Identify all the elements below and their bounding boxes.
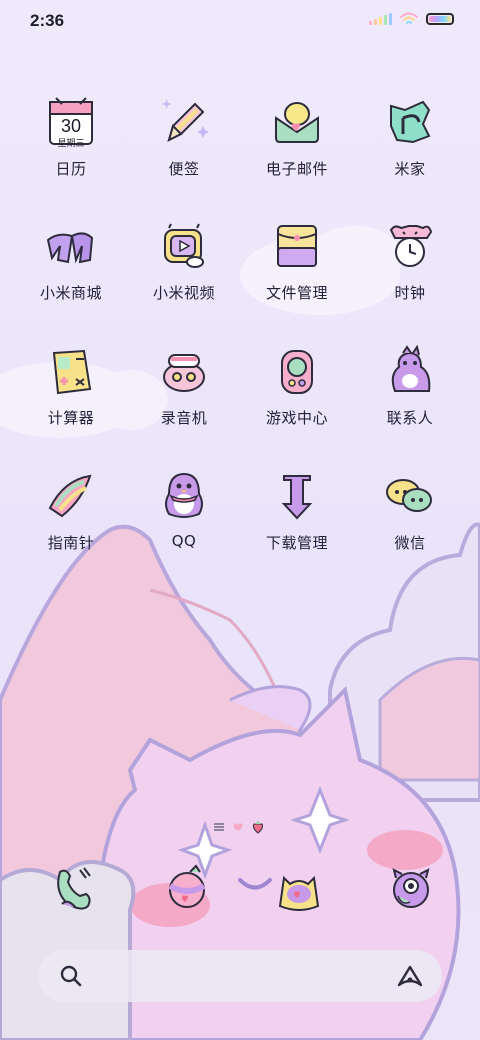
app-notes[interactable]: 便签 — [129, 96, 239, 206]
app-mi-store[interactable]: 小米商城 — [16, 220, 126, 330]
app-label: 游戏中心 — [265, 409, 328, 427]
penguin-icon — [165, 472, 203, 518]
app-download-manager[interactable]: 下载管理 — [242, 470, 352, 580]
app-label: QQ — [171, 532, 197, 550]
tv-icon — [164, 223, 204, 268]
app-label: 电子邮件 — [265, 160, 328, 178]
strawberry-icon — [253, 821, 263, 834]
app-clock[interactable]: 时钟 — [355, 220, 465, 330]
app-label: 下载管理 — [265, 534, 328, 552]
app-calculator[interactable]: 计算器 — [16, 345, 126, 455]
app-game-center[interactable]: 游戏中心 — [242, 345, 352, 455]
app-label: 小米商城 — [39, 284, 102, 302]
dinosaur-icon — [391, 345, 431, 392]
mijia-icon — [390, 100, 431, 144]
monster-camera-icon[interactable] — [384, 862, 438, 916]
app-label: 联系人 — [386, 409, 434, 427]
app-mijia[interactable]: 米家 — [355, 96, 465, 206]
dock — [0, 862, 480, 922]
mi-logo-icon — [46, 232, 94, 264]
recorder-icon — [163, 354, 205, 392]
app-email[interactable]: 电子邮件 — [242, 96, 352, 206]
signal-strength-icon — [369, 13, 392, 25]
cat-browser-icon[interactable] — [272, 862, 326, 916]
app-label: 微信 — [394, 534, 426, 552]
app-compass[interactable]: 指南针 — [16, 470, 126, 580]
app-mi-video[interactable]: 小米视频 — [129, 220, 239, 330]
pencil-icon — [161, 99, 209, 142]
wifi-icon — [400, 12, 418, 24]
compass-icon — [48, 474, 92, 518]
calculator-icon — [52, 349, 92, 395]
app-file-manager[interactable]: 文件管理 — [242, 220, 352, 330]
calendar-icon: 30 星期三 — [49, 97, 93, 149]
gamepad-icon — [281, 350, 313, 394]
app-recorder[interactable]: 录音机 — [129, 345, 239, 455]
app-label: 录音机 — [160, 409, 208, 427]
app-label: 计算器 — [47, 409, 95, 427]
menu-lines-icon — [214, 823, 224, 831]
app-label: 米家 — [394, 160, 426, 178]
app-label: 便签 — [168, 160, 200, 178]
heart-icon — [233, 823, 243, 831]
app-label: 文件管理 — [265, 284, 328, 302]
page-indicator — [214, 820, 264, 834]
app-label: 日历 — [55, 160, 87, 178]
battery-icon — [426, 13, 454, 25]
message-ball-icon[interactable] — [160, 862, 214, 916]
search-icon[interactable] — [58, 963, 84, 989]
app-label: 时钟 — [394, 284, 426, 302]
calendar-weekday-text: 星期三 — [57, 138, 84, 149]
search-bar[interactable] — [38, 950, 442, 1002]
app-calendar[interactable]: 30 星期三 日历 — [16, 96, 126, 206]
alarm-clock-icon — [389, 225, 433, 267]
chat-bubbles-icon — [386, 479, 432, 512]
app-label: 指南针 — [47, 534, 95, 552]
app-wechat[interactable]: 微信 — [355, 470, 465, 580]
envelope-icon — [275, 102, 319, 143]
app-contacts[interactable]: 联系人 — [355, 345, 465, 455]
download-arrow-icon — [281, 475, 313, 520]
phone-icon[interactable] — [46, 862, 100, 916]
status-time: 2:36 — [30, 11, 65, 30]
folder-icon — [277, 225, 317, 267]
app-label: 小米视频 — [152, 284, 215, 302]
assistant-a-icon[interactable] — [396, 963, 424, 989]
status-icons — [369, 12, 454, 26]
calendar-day-text: 30 — [61, 116, 81, 136]
app-qq[interactable]: QQ — [129, 470, 239, 580]
status-bar: 2:36 — [0, 0, 480, 44]
